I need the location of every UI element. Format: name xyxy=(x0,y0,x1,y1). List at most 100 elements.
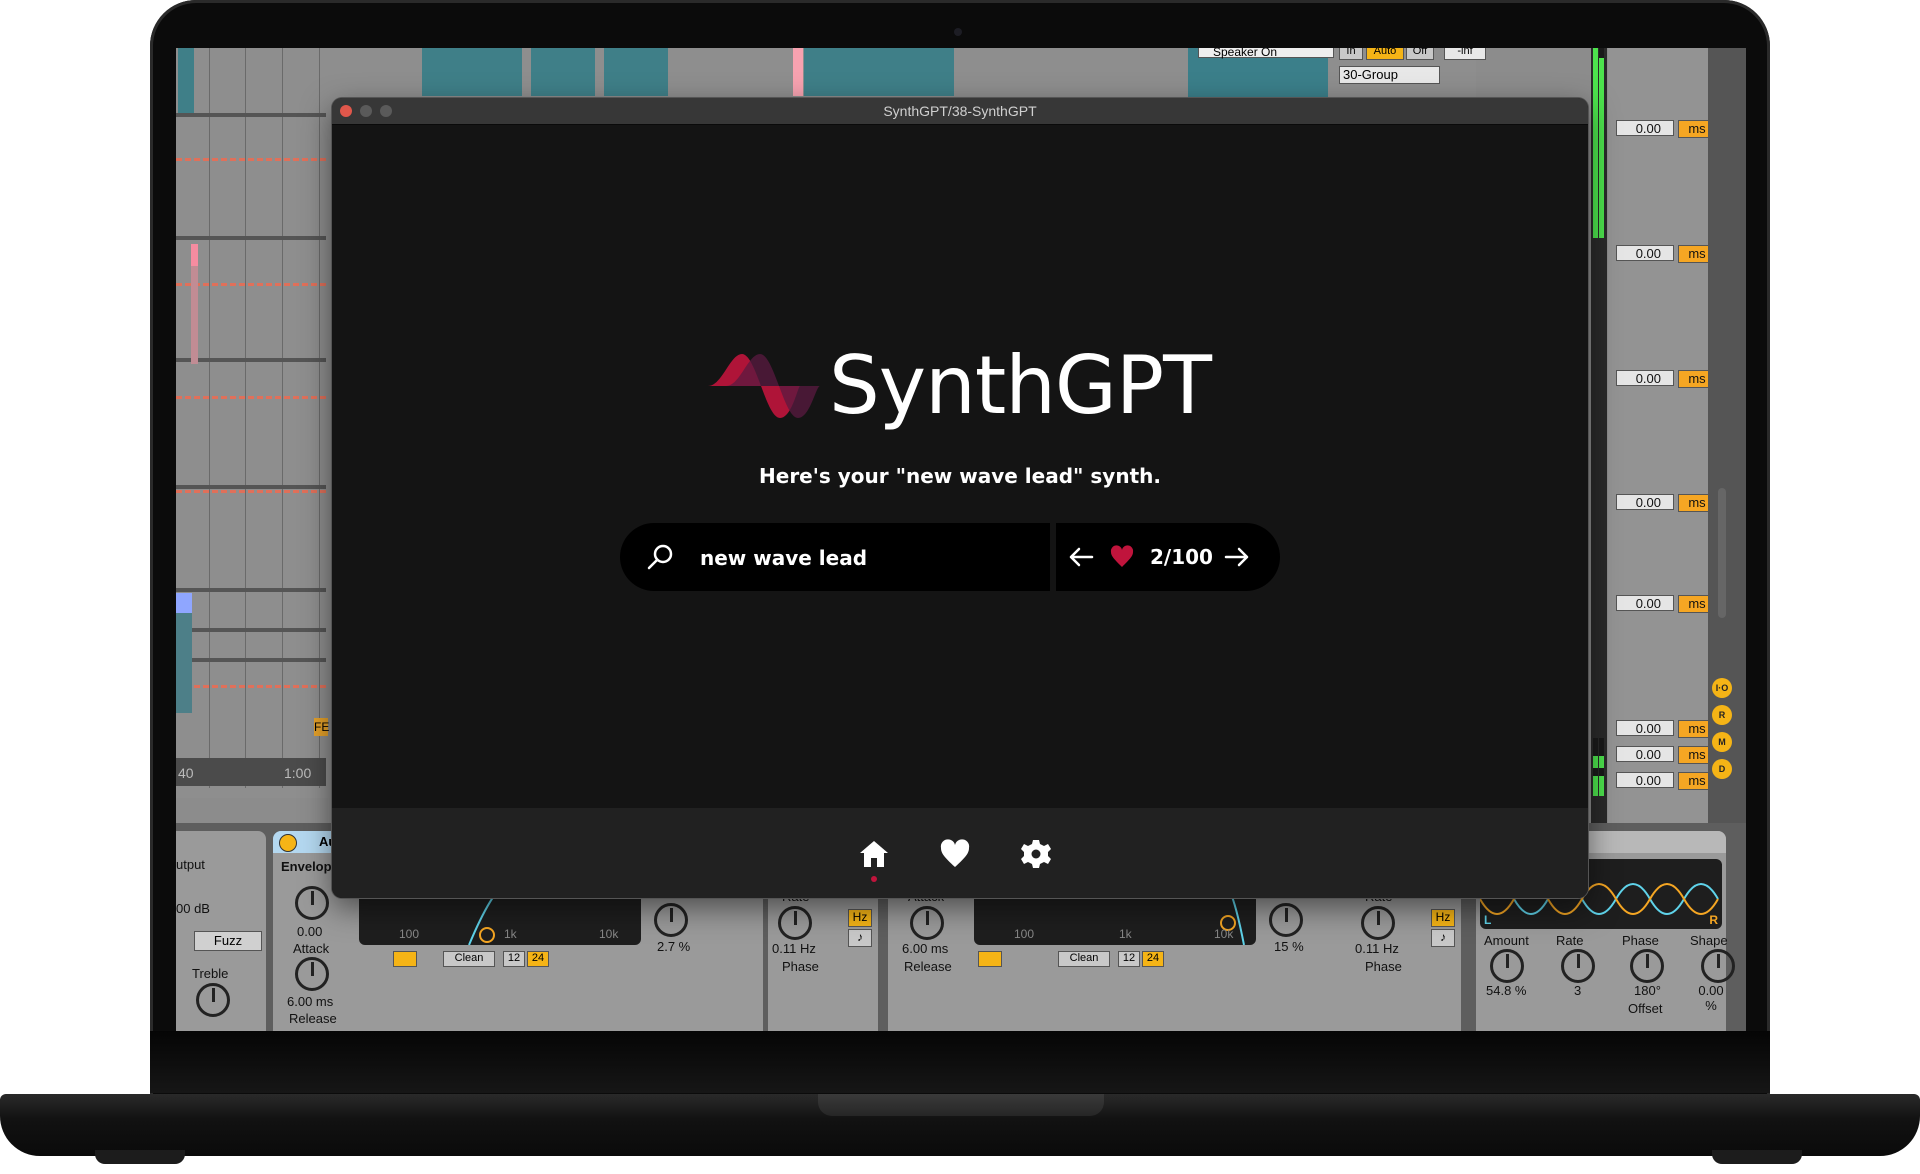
resonance-knob[interactable] xyxy=(654,903,688,937)
meters-column xyxy=(1591,48,1607,838)
rate-label: Rate xyxy=(1556,933,1584,948)
active-tab-indicator xyxy=(871,876,877,882)
phase-label: Phase xyxy=(1622,933,1659,948)
arrow-right-icon[interactable] xyxy=(1224,545,1250,569)
release-label: Release xyxy=(904,959,952,974)
search-input[interactable] xyxy=(698,523,1042,593)
rate-hz-button[interactable]: Hz xyxy=(848,909,872,927)
rate-hz-button[interactable]: Hz xyxy=(1431,909,1455,927)
delay-field[interactable]: 0.00 xyxy=(1616,720,1674,736)
close-button[interactable] xyxy=(340,105,352,117)
fuzz-mode-button[interactable]: Fuzz xyxy=(194,931,262,951)
delay-field[interactable]: 0.00 xyxy=(1616,245,1674,261)
release-label: Release xyxy=(289,1011,337,1026)
shape-label: Shape xyxy=(1690,933,1728,948)
device-power-button[interactable] xyxy=(279,834,297,852)
rate-sync-button[interactable]: ♪ xyxy=(848,929,872,947)
monitor-off-button[interactable]: Off xyxy=(1406,48,1434,60)
mixer-toggle-button[interactable]: M xyxy=(1712,732,1732,752)
resonance-value: 15 % xyxy=(1274,939,1304,954)
freq-tick: 1k xyxy=(504,927,517,941)
rate-knob[interactable] xyxy=(778,906,812,940)
attack-knob[interactable] xyxy=(910,906,944,940)
rate-value: 3 xyxy=(1574,983,1582,998)
monitor-select[interactable]: Speaker On xyxy=(1198,48,1334,59)
rate-knob[interactable] xyxy=(1361,906,1395,940)
ruler-label: 40 xyxy=(178,765,194,781)
zoom-button[interactable] xyxy=(380,105,392,117)
attack-value: 6.00 ms xyxy=(902,941,949,956)
search-bar[interactable] xyxy=(620,523,1050,593)
minimize-button[interactable] xyxy=(360,105,372,117)
laptop-chin xyxy=(150,1031,1770,1093)
laptop-foot xyxy=(95,1150,185,1164)
return-toggle-button[interactable]: R xyxy=(1712,705,1732,725)
shape-knob[interactable] xyxy=(1701,949,1735,983)
freq-tick: 10k xyxy=(599,927,619,941)
phase-label: Phase xyxy=(1365,959,1402,974)
slope-12-button[interactable]: 12 xyxy=(1118,951,1140,967)
monitor-auto-button[interactable]: Auto xyxy=(1366,48,1404,60)
laptop-notch xyxy=(818,1094,1104,1116)
rate-value: 0.11 Hz xyxy=(1355,941,1399,956)
attack-knob[interactable] xyxy=(295,957,329,991)
freq-tick: 1k xyxy=(1119,927,1132,941)
delay-toggle-button[interactable]: D xyxy=(1712,759,1732,779)
filter-type-lowpass[interactable] xyxy=(393,951,417,967)
treble-label: Treble xyxy=(192,966,229,981)
left-channel-label: L xyxy=(1484,913,1492,927)
track-header: Speaker On xyxy=(1188,48,1334,98)
output-value: 00 dB xyxy=(176,901,210,916)
heart-icon[interactable] xyxy=(939,838,971,870)
delay-field[interactable]: 0.00 xyxy=(1616,772,1674,788)
freq-tick: 100 xyxy=(1014,927,1035,941)
delay-field[interactable]: 0.00 xyxy=(1616,120,1674,136)
volume-field[interactable]: -inf xyxy=(1444,48,1486,60)
output-select[interactable]: 30-Group xyxy=(1339,66,1440,84)
envelope-label: Envelope xyxy=(281,859,339,874)
arrow-left-icon[interactable] xyxy=(1068,545,1094,569)
envelope-knob[interactable] xyxy=(295,886,329,920)
delay-field[interactable]: 0.00 xyxy=(1616,746,1674,762)
treble-knob[interactable] xyxy=(196,983,230,1017)
title-bar[interactable]: SynthGPT/38-SynthGPT xyxy=(332,98,1588,125)
clip[interactable] xyxy=(804,48,954,96)
ruler-label: 1:00 xyxy=(284,765,312,781)
result-subtitle: Here's your "new wave lead" synth. xyxy=(759,464,1161,488)
clip[interactable] xyxy=(604,48,668,96)
filter-type-lowpass[interactable] xyxy=(978,951,1002,967)
scrollbar[interactable] xyxy=(1718,488,1726,618)
delay-field[interactable]: 0.00 xyxy=(1616,370,1674,386)
freq-tick: 100 xyxy=(399,927,420,941)
monitor-in-button[interactable]: In xyxy=(1339,48,1363,60)
rate-value: 0.11 Hz xyxy=(772,941,816,956)
clip[interactable] xyxy=(422,48,522,96)
attack-value: 6.00 ms xyxy=(287,994,334,1009)
home-icon[interactable] xyxy=(858,838,890,870)
heart-icon[interactable] xyxy=(1110,545,1134,569)
circuit-select[interactable]: Clean xyxy=(1058,951,1110,967)
laptop-screen: FE 40 1:00 Speaker On In Auto Off 30-Gro… xyxy=(176,48,1746,1031)
clip[interactable] xyxy=(531,48,595,96)
phase-knob[interactable] xyxy=(1630,949,1664,983)
slope-24-button[interactable]: 24 xyxy=(1142,951,1164,967)
amount-knob[interactable] xyxy=(1490,949,1524,983)
slope-24-button[interactable]: 24 xyxy=(527,951,549,967)
io-toggle-button[interactable]: I·O xyxy=(1712,678,1732,698)
clip-label[interactable]: FE xyxy=(314,718,329,736)
circuit-select[interactable]: Clean xyxy=(443,951,495,967)
rate-knob[interactable] xyxy=(1561,949,1595,983)
resonance-knob[interactable] xyxy=(1269,903,1303,937)
clip[interactable] xyxy=(178,48,194,113)
phase-value: 180° xyxy=(1634,983,1661,998)
delay-field[interactable]: 0.00 xyxy=(1616,494,1674,510)
resonance-value: 2.7 % xyxy=(657,939,691,954)
slope-12-button[interactable]: 12 xyxy=(503,951,525,967)
rate-sync-button[interactable]: ♪ xyxy=(1431,929,1455,947)
amount-value: 54.8 % xyxy=(1486,983,1527,998)
delay-field[interactable]: 0.00 xyxy=(1616,595,1674,611)
envelope-value: 0.00 xyxy=(297,924,323,939)
timeline-ruler[interactable]: 40 1:00 xyxy=(176,758,326,786)
gear-icon[interactable] xyxy=(1020,838,1052,870)
camera xyxy=(954,28,962,36)
